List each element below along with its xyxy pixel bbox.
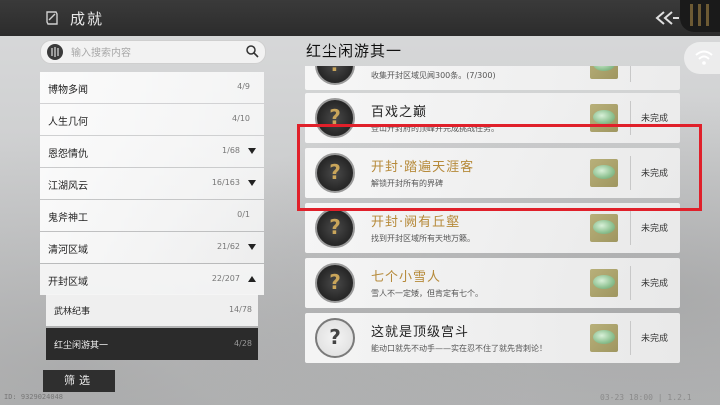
category-list: 博物多闻 4/9 人生几何 4/10 恩怨情仇 1/68 江湖风云 16/163… [40, 72, 264, 296]
page-title: 成就 [70, 10, 105, 28]
category-count: 0/1 [237, 210, 250, 219]
reward-jade-icon[interactable] [590, 269, 618, 297]
category-label: 博物多闻 [48, 85, 88, 96]
category-item[interactable]: 鬼斧神工 0/1 [40, 200, 264, 231]
divider [630, 211, 631, 245]
divider [630, 266, 631, 300]
achievement-desc: 雪人不一定矮，但肯定有七个。 [371, 289, 483, 298]
subcategory-item[interactable]: 武林纪事 14/78 [46, 294, 258, 326]
reward-jade-icon[interactable] [590, 324, 618, 352]
expand-arrow-icon[interactable] [248, 180, 256, 186]
category-label: 恩怨情仇 [48, 149, 88, 160]
search-icon[interactable] [245, 44, 259, 58]
uid-label: ID: 9329024048 [4, 393, 64, 401]
achievement-card[interactable]: ? 这就是顶级宫斗 能动口就先不动手——实在忍不住了就先背刺论！ 未完成 [305, 313, 680, 363]
subcategory-item-selected[interactable]: 红尘闲游其一 4/28 [46, 328, 258, 360]
category-label: 人生几何 [48, 117, 88, 128]
subcategory-label: 红尘闲游其一 [54, 341, 109, 351]
divider [630, 321, 631, 355]
highlight-annotation-box [297, 124, 702, 211]
category-count: 16/163 [211, 178, 240, 187]
category-label: 鬼斧神工 [48, 213, 88, 224]
category-count: 4/10 [232, 114, 250, 123]
double-chevron-left-icon[interactable] [652, 8, 680, 28]
achievement-desc: 收集开封区域见闻300条。(7/300) [371, 71, 496, 80]
category-label: 清河区域 [48, 245, 88, 256]
achievement-desc: 找到开封区域所有天地万籁。 [371, 234, 475, 243]
search-input[interactable] [69, 43, 243, 63]
category-item[interactable]: 人生几何 4/10 [40, 104, 264, 135]
expand-arrow-icon[interactable] [248, 244, 256, 250]
category-item[interactable]: 江湖风云 16/163 [40, 168, 264, 199]
subcategory-list: 武林纪事 14/78 红尘闲游其一 4/28 [46, 294, 258, 362]
question-mark-icon: ? [315, 263, 355, 303]
category-count: 21/62 [216, 242, 240, 251]
reward-jade-icon[interactable] [590, 66, 618, 79]
subcategory-label: 武林纪事 [54, 307, 91, 317]
expand-arrow-icon[interactable] [248, 148, 256, 154]
question-mark-icon: ? [315, 208, 355, 248]
reward-jade-icon[interactable] [590, 214, 618, 242]
achievement-status: 未完成 [641, 224, 669, 234]
scroll-icon [46, 11, 58, 25]
category-count: 22/207 [211, 274, 240, 283]
achievement-title: 七个小雪人 [371, 270, 442, 285]
category-label: 江湖风云 [48, 181, 88, 192]
search-bar [40, 40, 266, 64]
divider [630, 66, 631, 82]
achievement-status: 未完成 [641, 114, 669, 124]
achievement-status: 未完成 [641, 279, 669, 289]
emblem-icon [680, 0, 720, 32]
filter-button[interactable]: 筛选 [43, 370, 115, 392]
achievement-title: 这就是顶级宫斗 [371, 325, 470, 340]
achievement-desc: 能动口就先不动手——实在忍不住了就先背刺论！ [371, 344, 547, 353]
category-item[interactable]: 博物多闻 4/9 [40, 72, 264, 103]
achievement-card[interactable]: ? 七个小雪人 雪人不一定矮，但肯定有七个。 未完成 [305, 258, 680, 308]
subcategory-count: 14/78 [228, 305, 252, 314]
achievement-title: 开封·阙有丘壑 [371, 215, 461, 230]
collapse-arrow-icon[interactable] [248, 276, 256, 282]
filter-category-icon[interactable] [47, 44, 63, 60]
question-mark-icon: ? [315, 318, 355, 358]
achievement-card[interactable]: ? 收集开封区域见闻300条。(7/300) [305, 66, 680, 90]
category-count: 1/68 [222, 146, 240, 155]
wifi-icon[interactable] [684, 42, 720, 74]
subcategory-count: 4/28 [234, 339, 252, 348]
top-bar: 成就 [0, 0, 720, 36]
category-item[interactable]: 开封区域 22/207 [40, 264, 264, 295]
section-title: 红尘闲游其一 [306, 42, 403, 60]
achievement-title: 百戏之巅 [371, 105, 428, 120]
achievement-status: 未完成 [641, 334, 669, 344]
category-item[interactable]: 恩怨情仇 1/68 [40, 136, 264, 167]
category-label: 开封区域 [48, 277, 88, 288]
question-mark-icon: ? [315, 66, 355, 85]
category-item[interactable]: 清河区域 21/62 [40, 232, 264, 263]
achievement-list: ? 收集开封区域见闻300条。(7/300) ? 百戏之巅 登山开封府的顶峰并完… [305, 66, 680, 405]
category-count: 4/9 [237, 82, 250, 91]
